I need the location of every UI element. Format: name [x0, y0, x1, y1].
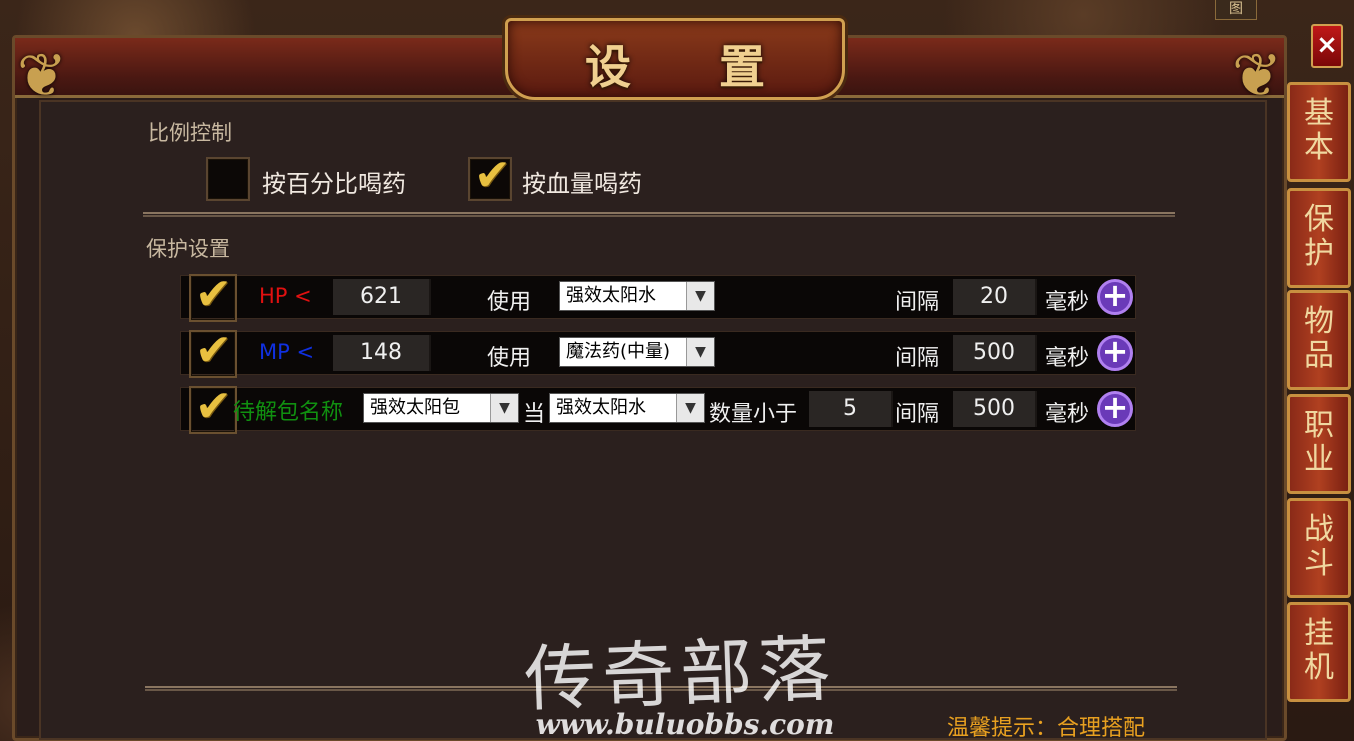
unpack-add-button[interactable]: + — [1097, 391, 1133, 427]
mp-interval-input[interactable]: 500 — [953, 335, 1037, 371]
checkmark-icon: ✔ — [474, 150, 511, 201]
chevron-down-icon: ▼ — [676, 394, 704, 422]
hp-amount-potion-checkbox[interactable]: ✔ — [468, 151, 512, 201]
tab-class-label-1: 职 — [1304, 408, 1334, 443]
percent-potion-label: 按百分比喝药 — [262, 170, 406, 198]
hp-threshold-input[interactable]: 621 — [333, 279, 431, 315]
tab-combat[interactable]: 战 斗 — [1287, 498, 1351, 598]
chevron-down-icon: ▼ — [686, 282, 714, 310]
tab-auto[interactable]: 挂 机 — [1287, 602, 1351, 702]
section-divider — [143, 212, 1175, 217]
chevron-down-icon: ▼ — [686, 338, 714, 366]
percent-potion-checkbox[interactable] — [206, 157, 250, 201]
mp-interval-label: 间隔 — [895, 346, 940, 371]
hp-add-button[interactable]: + — [1097, 279, 1133, 315]
checkmark-icon: ✔ — [195, 269, 232, 320]
mp-label: MP < — [259, 340, 315, 364]
mp-threshold-input[interactable]: 148 — [333, 335, 431, 371]
unpack-interval-label: 间隔 — [895, 402, 940, 427]
tab-basic-label-1: 基 — [1304, 96, 1334, 131]
tab-basic-label-2: 本 — [1304, 130, 1334, 165]
unpack-enable-checkbox[interactable]: ✔ — [189, 382, 237, 434]
tab-combat-label-2: 斗 — [1304, 546, 1334, 581]
tab-protection-label-1: 保 — [1304, 202, 1334, 237]
count-label: 数量小于 — [709, 402, 798, 427]
hp-protection-row: ✔ HP < 621 使用 强效太阳水 ▼ 间隔 20 毫秒 + — [180, 270, 1136, 322]
hp-interval-label: 间隔 — [895, 290, 940, 315]
close-button[interactable]: × — [1311, 24, 1343, 68]
title-plaque: 设 置 — [505, 18, 845, 100]
when-label: 当 — [523, 402, 546, 427]
protection-title: 保护设置 — [146, 237, 230, 261]
tab-items[interactable]: 物 品 — [1287, 290, 1351, 390]
watermark-url: www.buluobbs.com — [535, 708, 835, 741]
mp-use-label: 使用 — [487, 346, 532, 371]
tab-protection[interactable]: 保 护 — [1287, 188, 1351, 288]
hp-unit-label: 毫秒 — [1045, 290, 1090, 315]
pack-item-select[interactable]: 强效太阳包 ▼ — [363, 393, 519, 423]
hp-item-value: 强效太阳水 — [566, 285, 656, 306]
tab-basic[interactable]: 基 本 — [1287, 82, 1351, 182]
hp-enable-checkbox[interactable]: ✔ — [189, 270, 237, 322]
hp-label: HP < — [259, 284, 312, 308]
dialog-title: 设 置 — [584, 40, 801, 94]
hp-item-select[interactable]: 强效太阳水 ▼ — [559, 281, 715, 311]
mp-protection-row: ✔ MP < 148 使用 魔法药(中量) ▼ 间隔 500 毫秒 + — [180, 326, 1136, 378]
target-item-select[interactable]: 强效太阳水 ▼ — [549, 393, 705, 423]
ratio-control-title: 比例控制 — [148, 121, 232, 145]
mp-enable-checkbox[interactable]: ✔ — [189, 326, 237, 378]
checkmark-icon: ✔ — [195, 325, 232, 376]
hp-amount-potion-label: 按血量喝药 — [522, 170, 642, 198]
mp-unit-label: 毫秒 — [1045, 346, 1090, 371]
unpack-protection-row: ✔ 待解包名称 强效太阳包 ▼ 当 强效太阳水 ▼ 数量小于 5 间隔 500 … — [180, 382, 1136, 434]
map-button[interactable]: 图 — [1215, 0, 1257, 20]
unpack-unit-label: 毫秒 — [1045, 402, 1090, 427]
chevron-down-icon: ▼ — [490, 394, 518, 422]
hint-text: 温馨提示：合理搭配 — [947, 716, 1146, 741]
mp-item-select[interactable]: 魔法药(中量) ▼ — [559, 337, 715, 367]
unpack-interval-input[interactable]: 500 — [953, 391, 1037, 427]
mp-add-button[interactable]: + — [1097, 335, 1133, 371]
unpack-label: 待解包名称 — [233, 400, 344, 425]
tab-items-label-1: 物 — [1304, 304, 1334, 339]
tab-auto-label-2: 机 — [1304, 650, 1334, 685]
hp-use-label: 使用 — [487, 290, 532, 315]
tab-items-label-2: 品 — [1304, 338, 1334, 373]
tab-protection-label-2: 护 — [1304, 236, 1334, 271]
pack-item-value: 强效太阳包 — [370, 397, 460, 418]
tab-auto-label-1: 挂 — [1304, 616, 1334, 651]
checkmark-icon: ✔ — [195, 381, 232, 432]
tab-combat-label-1: 战 — [1304, 512, 1334, 547]
target-item-value: 强效太阳水 — [556, 397, 646, 418]
tab-class[interactable]: 职 业 — [1287, 394, 1351, 494]
tab-class-label-2: 业 — [1304, 442, 1334, 477]
mp-item-value: 魔法药(中量) — [566, 341, 671, 362]
hp-interval-input[interactable]: 20 — [953, 279, 1037, 315]
count-input[interactable]: 5 — [809, 391, 893, 427]
